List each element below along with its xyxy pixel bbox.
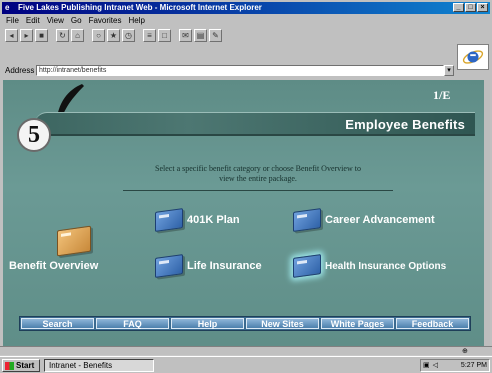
menu-help[interactable]: Help (128, 15, 144, 26)
fullscreen-icon[interactable]: □ (158, 29, 171, 42)
status-bar: ⊕ (0, 346, 492, 355)
menu-favorites[interactable]: Favorites (89, 15, 122, 26)
windows-logo-icon (5, 362, 14, 370)
search-icon[interactable]: ○ (92, 29, 105, 42)
nav-white-pages-button[interactable]: White Pages (321, 318, 394, 329)
forward-icon[interactable]: ▸ (20, 29, 33, 42)
divider (123, 190, 393, 191)
zone-icon: ⊕ (462, 348, 468, 355)
maximize-button[interactable]: □ (465, 3, 476, 12)
nav-search-button[interactable]: Search (21, 318, 94, 329)
benefit-overview-label: Benefit Overview (9, 260, 99, 272)
nav-faq-button[interactable]: FAQ (96, 318, 169, 329)
ie-window-icon[interactable]: e (5, 4, 14, 12)
favorites-icon[interactable]: ★ (107, 29, 120, 42)
clock: 5:27 PM (460, 362, 487, 369)
start-button[interactable]: Start (2, 359, 40, 372)
chapter-number-badge: 5 (17, 118, 51, 152)
address-input[interactable]: http://intranet/benefits (36, 65, 444, 76)
folder-icon (57, 225, 91, 257)
menu-view[interactable]: View (47, 15, 64, 26)
folder-icon (155, 208, 183, 232)
edit-icon[interactable]: ✎ (209, 29, 222, 42)
volume-icon[interactable]: ◁ (433, 360, 438, 371)
benefit-overview-link[interactable]: Benefit Overview (9, 225, 139, 272)
system-tray: ▣ ◁ 5:27 PM (420, 359, 490, 372)
history-icon[interactable]: ◷ (122, 29, 135, 42)
menu-bar: File Edit View Go Favorites Help (2, 15, 145, 26)
page-code: 1/E (433, 88, 451, 102)
taskbar-window-button[interactable]: Intranet - Benefits (44, 359, 154, 372)
mail-icon[interactable]: ✉ (179, 29, 192, 42)
address-label: Address (5, 66, 35, 75)
career-advancement-label: Career Advancement (325, 214, 435, 226)
address-bar: Address http://intranet/benefits ▾ (2, 64, 454, 77)
taskbar: Start Intranet - Benefits ▣ ◁ 5:27 PM (0, 356, 492, 373)
window-title: Five Lakes Publishing Intranet Web - Mic… (18, 3, 262, 12)
folder-icon (293, 208, 321, 232)
menu-file[interactable]: File (6, 15, 19, 26)
folder-icon (293, 254, 321, 278)
life-insurance-label: Life Insurance (187, 260, 262, 272)
instructions-text: Select a specific benefit category or ch… (155, 164, 361, 183)
health-insurance-link[interactable]: Health Insurance Options (293, 254, 447, 278)
health-insurance-label: Health Insurance Options (325, 260, 447, 272)
nav-help-button[interactable]: Help (171, 318, 244, 329)
back-icon[interactable]: ◂ (5, 29, 18, 42)
taskbar-window-label: Intranet - Benefits (49, 361, 113, 370)
browser-window: e Five Lakes Publishing Intranet Web - M… (0, 0, 492, 355)
ie-throbber-logo (457, 44, 489, 70)
menu-edit[interactable]: Edit (26, 15, 40, 26)
site-nav-bar: Search FAQ Help New Sites White Pages Fe… (19, 316, 471, 331)
401k-plan-link[interactable]: 401K Plan (155, 208, 240, 232)
401k-plan-label: 401K Plan (187, 214, 240, 226)
banner-title: Employee Benefits (345, 117, 465, 132)
vertical-scrollbar[interactable] (484, 80, 490, 346)
menu-go[interactable]: Go (71, 15, 82, 26)
toolbar: ◂ ▸ ■ ↻ ⌂ ○ ★ ◷ ≡ □ ✉ ▤ ✎ (2, 27, 452, 44)
page-content: Employee Benefits 5 1/E Select a specifi… (3, 80, 484, 346)
channels-icon[interactable]: ≡ (143, 29, 156, 42)
home-icon[interactable]: ⌂ (71, 29, 84, 42)
nav-new-sites-button[interactable]: New Sites (246, 318, 319, 329)
close-button[interactable]: × (477, 3, 488, 12)
nav-feedback-button[interactable]: Feedback (396, 318, 469, 329)
refresh-icon[interactable]: ↻ (56, 29, 69, 42)
start-label: Start (16, 361, 35, 370)
stop-icon[interactable]: ■ (35, 29, 48, 42)
print-icon[interactable]: ▤ (194, 29, 207, 42)
section-banner: Employee Benefits (35, 112, 475, 136)
network-icon[interactable]: ▣ (423, 360, 430, 371)
title-bar: e Five Lakes Publishing Intranet Web - M… (2, 2, 490, 14)
minimize-button[interactable]: _ (453, 3, 464, 12)
chevron-down-icon[interactable]: ▾ (444, 65, 454, 76)
folder-icon (155, 254, 183, 278)
career-advancement-link[interactable]: Career Advancement (293, 208, 435, 232)
window-controls: _ □ × (453, 3, 488, 12)
life-insurance-link[interactable]: Life Insurance (155, 254, 262, 278)
